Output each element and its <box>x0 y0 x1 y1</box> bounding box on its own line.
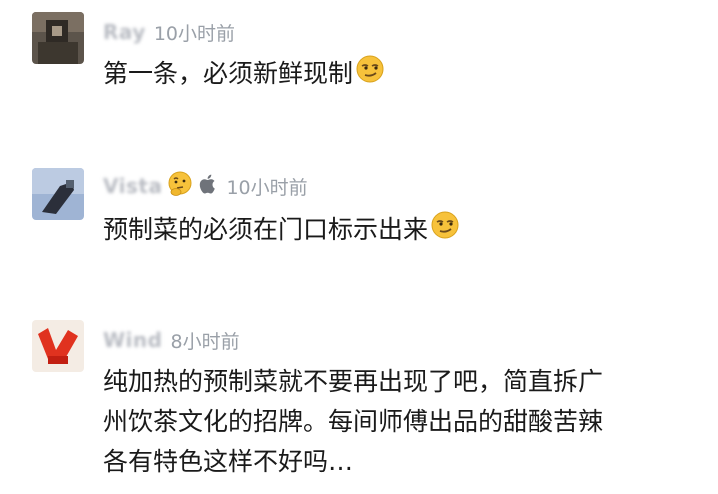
comment-item: Wind 8小时前 纯加热的预制菜就不要再出现了吧，简直拆广 州饮茶文化的招牌。… <box>0 310 718 494</box>
comment-item: Vista 10小时前 预制菜的必须在门口标示出来 <box>0 150 718 270</box>
timestamp: 10小时前 <box>153 22 236 45</box>
comment-text: 第一条，必须新鲜现制 <box>103 54 385 96</box>
avatar[interactable] <box>32 168 84 220</box>
avatar[interactable] <box>32 12 84 64</box>
username[interactable]: Ray <box>103 20 146 44</box>
comment-item: Ray 10小时前 第一条，必须新鲜现制 <box>0 0 718 110</box>
thinking-face-emoji-icon <box>166 170 194 202</box>
comment-text-line: 预制菜的必须在门口标示出来 <box>103 215 429 244</box>
apple-icon <box>198 173 218 199</box>
timestamp: 8小时前 <box>170 330 240 353</box>
username[interactable]: Vista <box>103 174 162 198</box>
username[interactable]: Wind <box>103 328 162 352</box>
smirk-emoji-icon <box>355 54 385 96</box>
comment-meta: Wind 8小时前 <box>103 326 240 354</box>
comment-text: 预制菜的必须在门口标示出来 <box>103 210 460 252</box>
comment-text-line: 纯加热的预制菜就不要再出现了吧，简直拆广 <box>103 367 604 396</box>
comment-text-line: 州饮茶文化的招牌。每间师傅出品的甜酸苦辣 <box>103 407 604 436</box>
comment-text-line: 第一条，必须新鲜现制 <box>103 59 354 88</box>
comment-meta: Vista 10小时前 <box>103 170 308 202</box>
smirk-emoji-icon <box>430 210 460 252</box>
comment-meta: Ray 10小时前 <box>103 18 235 46</box>
comment-text: 纯加热的预制菜就不要再出现了吧，简直拆广 州饮茶文化的招牌。每间师傅出品的甜酸苦… <box>103 362 603 482</box>
timestamp: 10小时前 <box>226 176 308 199</box>
comment-text-line: 各有特色这样不好吗… <box>103 447 354 476</box>
avatar[interactable] <box>32 320 84 372</box>
